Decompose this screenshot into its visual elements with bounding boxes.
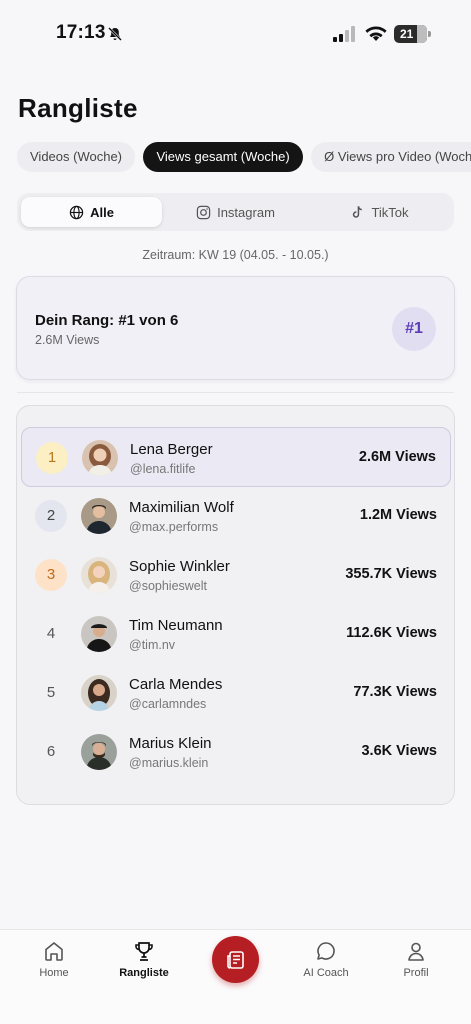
rank-number: 4 <box>46 625 56 642</box>
battery-level: 21 <box>400 27 414 41</box>
user-views: 1.2M Views <box>359 507 437 523</box>
platform-instagram-label: Instagram <box>217 204 275 220</box>
leaderboard: 1 Lena Berger @lena.fitlife 2.6M Views 2… <box>16 405 455 805</box>
nav-ai-coach-label: AI Coach <box>303 967 349 979</box>
bell-muted-icon <box>108 27 122 41</box>
rank-number: 6 <box>46 743 56 760</box>
user-name: Maximilian Wolf <box>129 499 234 516</box>
avatar <box>81 498 117 534</box>
user-handle: @max.performs <box>129 520 219 534</box>
nav-rangliste[interactable]: Rangliste <box>104 940 184 979</box>
tiktok-icon <box>353 205 363 218</box>
instagram-icon <box>196 205 211 219</box>
bottom-nav: Home Rangliste AI Coach Profil <box>0 929 471 1024</box>
leaderboard-row[interactable]: 3 Sophie Winkler @sophieswelt 355.7K Vie… <box>21 545 451 605</box>
user-name: Marius Klein <box>129 735 212 752</box>
user-name: Sophie Winkler <box>129 558 230 575</box>
metric-tabs: Videos (Woche) Views gesamt (Woche) Ø Vi… <box>17 142 471 172</box>
user-views: 77.3K Views <box>353 684 437 700</box>
avatar <box>81 734 117 770</box>
rank-number: 3 <box>35 559 67 591</box>
divider <box>17 392 454 393</box>
content-fab-button[interactable] <box>212 936 259 983</box>
leaderboard-row[interactable]: 1 Lena Berger @lena.fitlife 2.6M Views <box>21 427 451 487</box>
platform-tiktok-label: TikTok <box>371 204 409 220</box>
nav-profil-label: Profil <box>403 967 429 979</box>
platform-all-label: Alle <box>90 204 114 220</box>
platform-filter: Alle Instagram TikTok <box>17 193 454 231</box>
nav-rangliste-label: Rangliste <box>119 967 169 979</box>
user-icon <box>408 942 424 961</box>
avatar <box>82 440 118 476</box>
rank-number: 1 <box>36 442 68 474</box>
signal-icon <box>333 26 355 42</box>
avatar <box>81 675 117 711</box>
tab-videos-week[interactable]: Videos (Woche) <box>17 142 136 172</box>
my-rank-title: Dein Rang: #1 von 6 <box>35 312 179 329</box>
user-name: Lena Berger <box>130 441 213 458</box>
avatar <box>81 616 117 652</box>
user-views: 112.6K Views <box>346 625 437 641</box>
nav-ai-coach[interactable]: AI Coach <box>286 940 366 979</box>
leaderboard-row[interactable]: 6 Marius Klein @marius.klein 3.6K Views <box>21 722 451 782</box>
nav-home[interactable]: Home <box>14 940 94 979</box>
home-icon <box>45 942 63 961</box>
leaderboard-row[interactable]: 4 Tim Neumann @tim.nv 112.6K Views <box>21 604 451 664</box>
my-rank-views: 2.6M Views <box>35 333 100 347</box>
battery-icon: 21 <box>394 25 431 43</box>
platform-all-button[interactable]: Alle <box>21 197 162 227</box>
tab-avg-views-per-video[interactable]: Ø Views pro Video (Woche) <box>311 142 471 172</box>
tab-views-total-week[interactable]: Views gesamt (Woche) <box>143 142 303 172</box>
user-name: Tim Neumann <box>129 617 223 634</box>
rank-number: 5 <box>46 684 56 701</box>
user-handle: @marius.klein <box>129 756 209 770</box>
period-label: Zeitraum: KW 19 (04.05. - 10.05.) <box>142 248 329 262</box>
page-title: Rangliste <box>18 93 138 123</box>
globe-icon <box>69 205 84 219</box>
newspaper-icon <box>226 950 244 969</box>
leaderboard-row[interactable]: 5 Carla Mendes @carlamndes 77.3K Views <box>21 663 451 723</box>
user-views: 2.6M Views <box>358 449 436 465</box>
wifi-icon <box>365 26 387 41</box>
rank-number: 2 <box>35 500 67 532</box>
user-handle: @tim.nv <box>129 638 176 652</box>
platform-instagram-button[interactable]: Instagram <box>165 197 306 227</box>
avatar <box>81 557 117 593</box>
user-views: 3.6K Views <box>361 743 437 759</box>
my-rank-card: Dein Rang: #1 von 6 2.6M Views #1 <box>16 276 455 380</box>
platform-tiktok-button[interactable]: TikTok <box>309 197 450 227</box>
user-handle: @carlamndes <box>129 697 207 711</box>
nav-profil[interactable]: Profil <box>376 940 456 979</box>
leaderboard-row[interactable]: 2 Maximilian Wolf @max.performs 1.2M Vie… <box>21 486 451 546</box>
trophy-icon <box>135 942 153 961</box>
user-handle: @sophieswelt <box>129 579 208 593</box>
status-time: 17:13 <box>56 22 106 43</box>
user-handle: @lena.fitlife <box>130 462 196 476</box>
nav-home-label: Home <box>39 967 69 979</box>
my-rank-badge: #1 <box>392 307 436 351</box>
chat-bubble-icon <box>317 942 335 960</box>
status-bar: 17:13 21 <box>0 0 471 64</box>
user-name: Carla Mendes <box>129 676 223 693</box>
user-views: 355.7K Views <box>345 566 437 582</box>
